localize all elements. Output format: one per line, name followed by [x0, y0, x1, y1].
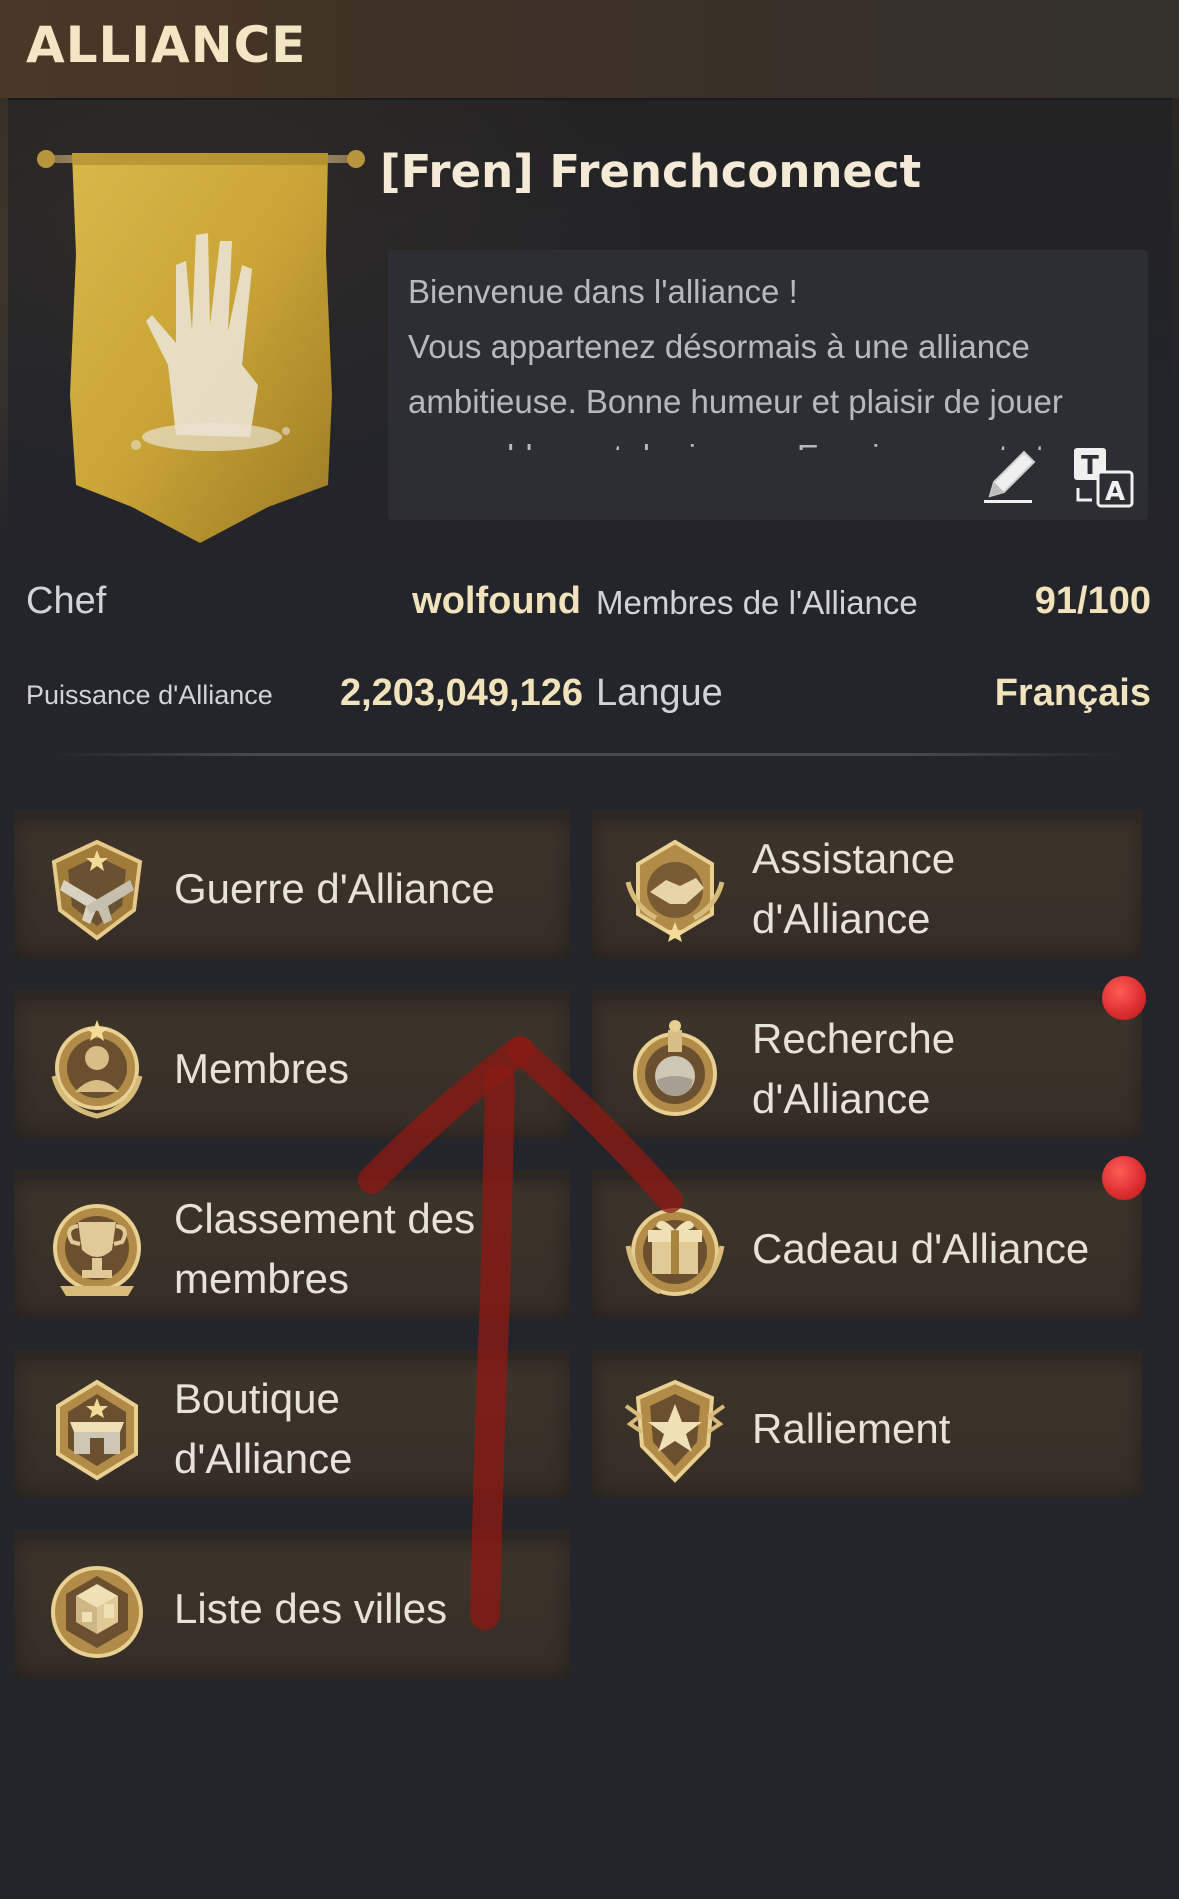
alliance-description-box[interactable]: Bienvenue dans l'alliance ! Vous apparte… — [388, 250, 1148, 520]
translate-icon[interactable]: T A — [1068, 442, 1138, 512]
menu-tile-ralliement[interactable]: Ralliement — [592, 1350, 1142, 1498]
menu-tile-assistance[interactable]: Assistance d'Alliance — [592, 810, 1142, 958]
zombie-hand-banner-icon — [37, 150, 365, 543]
menu-label: Liste des villes — [174, 1585, 448, 1632]
member-silhouette-icon — [42, 1016, 152, 1126]
alliance-description: Bienvenue dans l'alliance ! Vous apparte… — [408, 273, 1063, 450]
svg-text:T: T — [1081, 451, 1099, 481]
divider — [50, 753, 1120, 756]
handshake-icon — [620, 836, 730, 946]
city-blocks-icon — [42, 1556, 152, 1666]
alliance-name: [Fren] Frenchconnect — [380, 145, 922, 198]
menu-tile-membres[interactable]: Membres — [14, 990, 570, 1138]
svg-text:A: A — [1105, 477, 1125, 507]
shop-icon — [42, 1376, 152, 1486]
menu-label: Boutique d'Alliance — [174, 1375, 353, 1482]
members-count-label: Membres de l'Alliance — [596, 584, 918, 621]
menu-label: Membres — [174, 1045, 350, 1092]
menu-label: Recherche d'Alliance — [752, 1015, 956, 1122]
notification-badge-cadeau — [1102, 1156, 1146, 1200]
info-row-chef: Chef wolfound Membres de l'Alliance 91/1… — [0, 580, 1179, 640]
members-count: 91/100 — [1034, 580, 1151, 622]
menu-tile-cadeau[interactable]: Cadeau d'Alliance — [592, 1170, 1142, 1318]
trophy-icon — [42, 1196, 152, 1306]
flask-icon — [620, 1016, 730, 1126]
star-shield-icon — [620, 1376, 730, 1486]
menu-label: Cadeau d'Alliance — [752, 1225, 1090, 1272]
chef-name[interactable]: wolfound — [412, 580, 581, 623]
alliance-banner[interactable] — [36, 145, 366, 545]
menu-tile-classement[interactable]: Classement des membres — [14, 1170, 570, 1318]
menu-tile-recherche[interactable]: Recherche d'Alliance — [592, 990, 1142, 1138]
gift-icon — [620, 1196, 730, 1306]
top-bar: ALLIANCE — [0, 0, 1179, 98]
menu-label: Guerre d'Alliance — [174, 865, 495, 912]
menu-tile-villes[interactable]: Liste des villes — [14, 1530, 570, 1678]
notification-badge-recherche — [1102, 976, 1146, 1020]
info-row-power: Puissance d'Alliance 2,203,049,126 Langu… — [0, 672, 1179, 732]
pencil-icon[interactable] — [976, 442, 1046, 512]
menu-label: Assistance d'Alliance — [752, 835, 956, 942]
alliance-screen: ALLIANCE [Fren] Frenchconnect Bienvenue … — [0, 0, 1179, 1899]
language-label: Langue — [596, 672, 723, 714]
crossed-pistols-icon — [42, 836, 152, 946]
power-label: Puissance d'Alliance — [26, 680, 273, 710]
menu-tile-guerre[interactable]: Guerre d'Alliance — [14, 810, 570, 958]
chef-label: Chef — [26, 580, 107, 622]
menu-tile-boutique[interactable]: Boutique d'Alliance — [14, 1350, 570, 1498]
menu-label: Ralliement — [752, 1405, 951, 1452]
menu-label: Classement des membres — [174, 1195, 476, 1302]
language-value: Français — [994, 672, 1151, 714]
power-value: 2,203,049,126 — [339, 672, 583, 714]
page-title: ALLIANCE — [26, 16, 307, 74]
